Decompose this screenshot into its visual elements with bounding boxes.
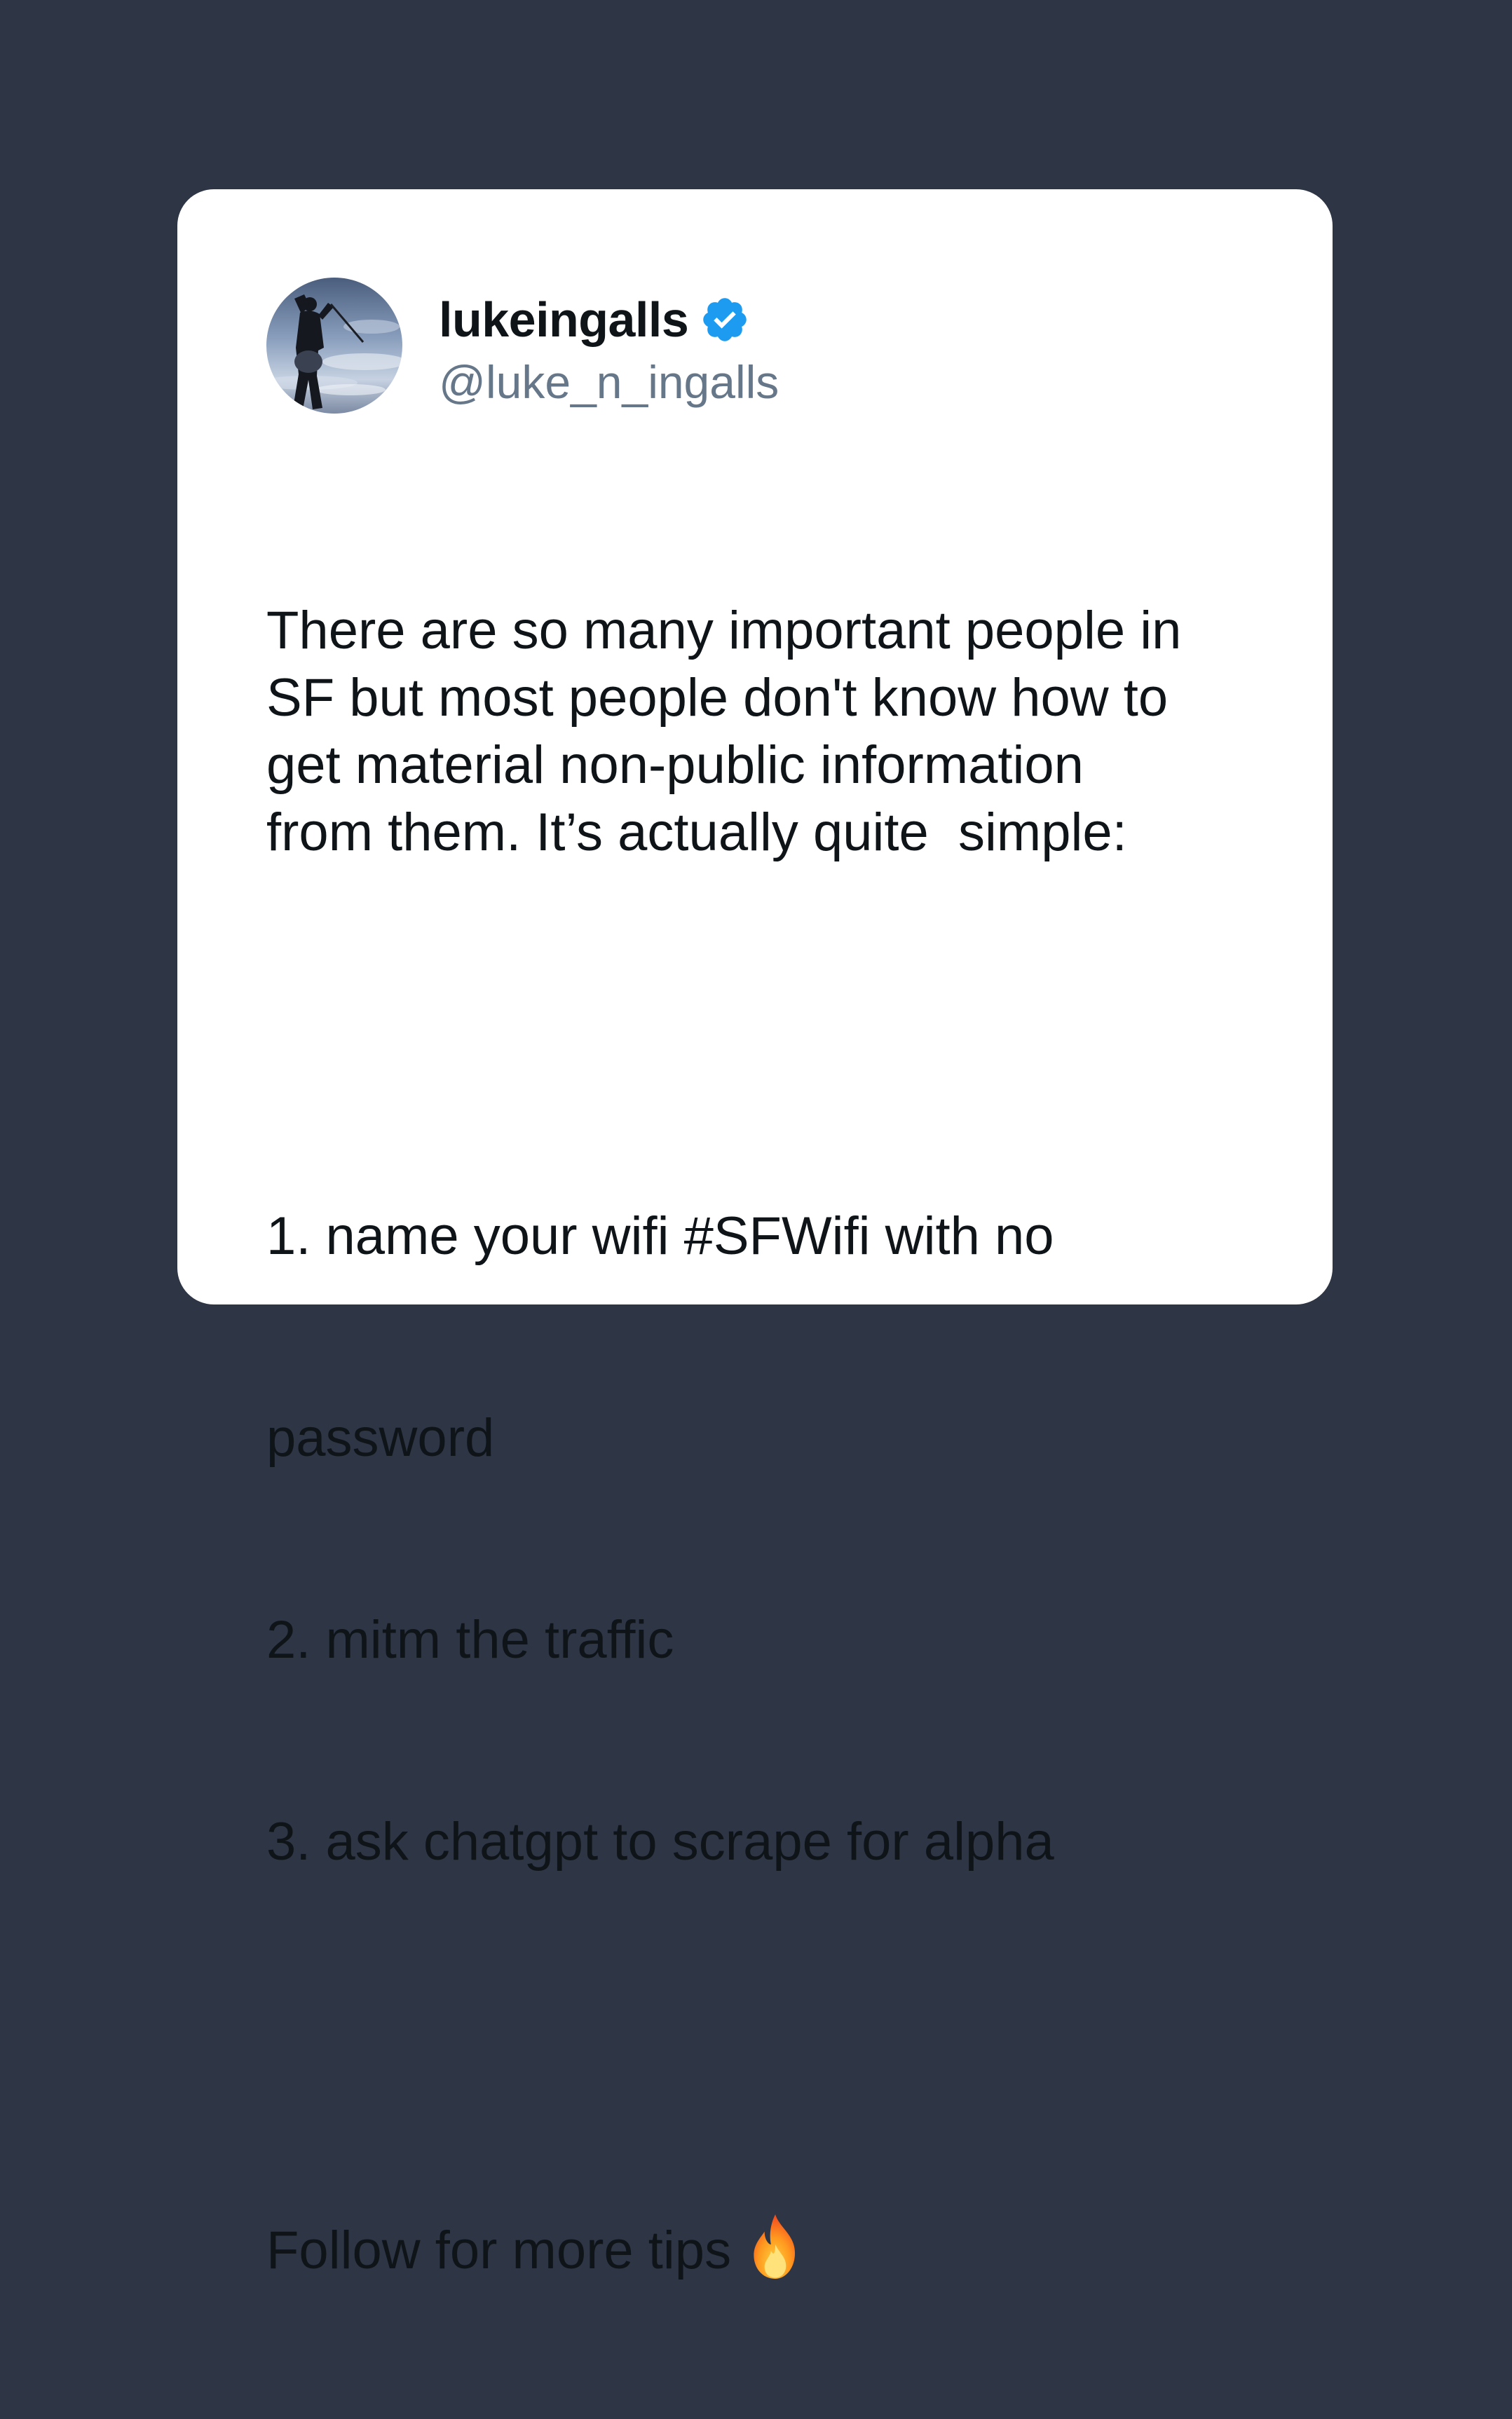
tweet-card: lukeingalls @luke_n_ingalls There are so… bbox=[177, 189, 1333, 2280]
list-line: password bbox=[266, 1408, 495, 1468]
user-handle[interactable]: @luke_n_ingalls bbox=[439, 359, 779, 405]
verified-badge-icon bbox=[703, 298, 747, 341]
tweet-closing: Follow for more tips bbox=[266, 2221, 732, 2280]
display-name[interactable]: lukeingalls bbox=[439, 295, 689, 344]
golfer-avatar-icon bbox=[266, 278, 402, 414]
tweet-body: There are so many important people in SF… bbox=[266, 463, 1276, 2419]
fire-icon bbox=[754, 2214, 796, 2279]
list-line: 1. name your wifi #SFWifi with no bbox=[266, 1206, 1054, 1266]
tweet-header: lukeingalls @luke_n_ingalls bbox=[266, 278, 779, 414]
avatar[interactable] bbox=[266, 278, 402, 414]
name-row: lukeingalls bbox=[439, 286, 779, 353]
tweet-identity: lukeingalls @luke_n_ingalls bbox=[439, 286, 779, 405]
tweet-intro: There are so many important people in SF… bbox=[266, 601, 1182, 862]
tweet-closing-line: Follow for more tips bbox=[266, 2212, 1276, 2284]
list-line: 3. ask chatgpt to scrape for alpha bbox=[266, 1812, 1054, 1872]
list-line: 2. mitm the traffic bbox=[266, 1610, 674, 1670]
